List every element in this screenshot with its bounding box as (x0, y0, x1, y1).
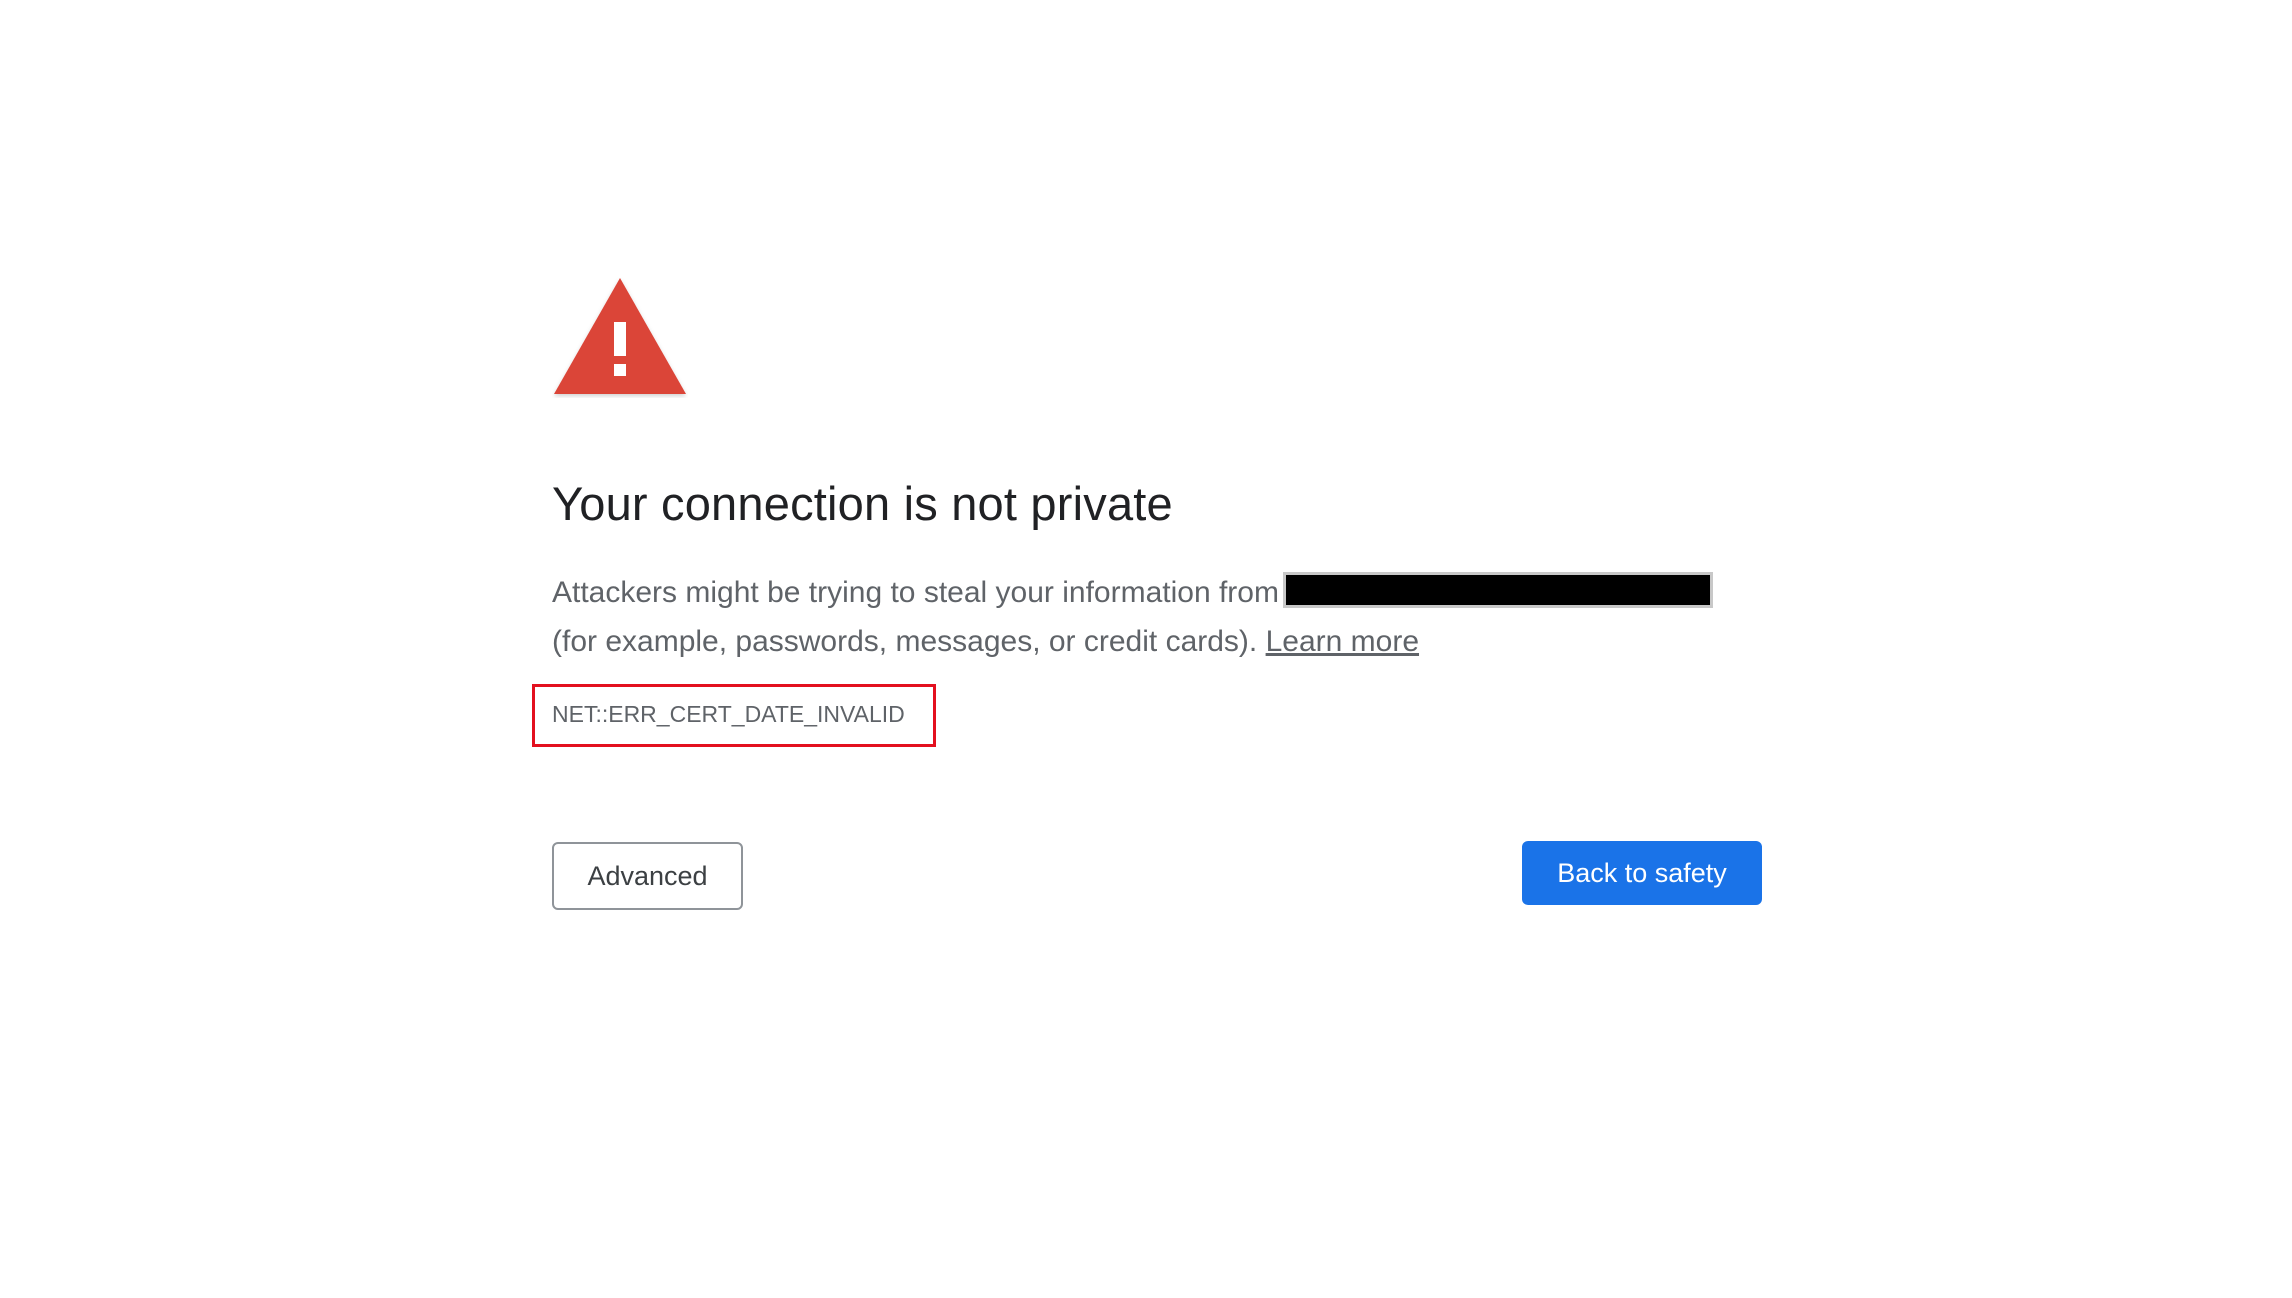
advanced-button[interactable]: Advanced (552, 842, 743, 910)
learn-more-link[interactable]: Learn more (1266, 625, 1419, 658)
back-to-safety-button[interactable]: Back to safety (1522, 841, 1762, 905)
error-code-highlight: NET::ERR_CERT_DATE_INVALID (532, 684, 936, 747)
redacted-hostname (1282, 572, 1713, 609)
description-text-continued: (for example, passwords, messages, or cr… (552, 625, 1258, 658)
error-code: NET::ERR_CERT_DATE_INVALID (552, 701, 905, 727)
page-title: Your connection is not private (552, 477, 1173, 530)
warning-triangle-icon (554, 278, 686, 394)
description-text: Attackers might be trying to steal your … (552, 576, 1279, 609)
interstitial-page: Your connection is not private Attackers… (0, 0, 2292, 1298)
interstitial-content: Your connection is not private Attackers… (532, 276, 1770, 910)
description-paragraph: Attackers might be trying to steal your … (552, 568, 1770, 666)
